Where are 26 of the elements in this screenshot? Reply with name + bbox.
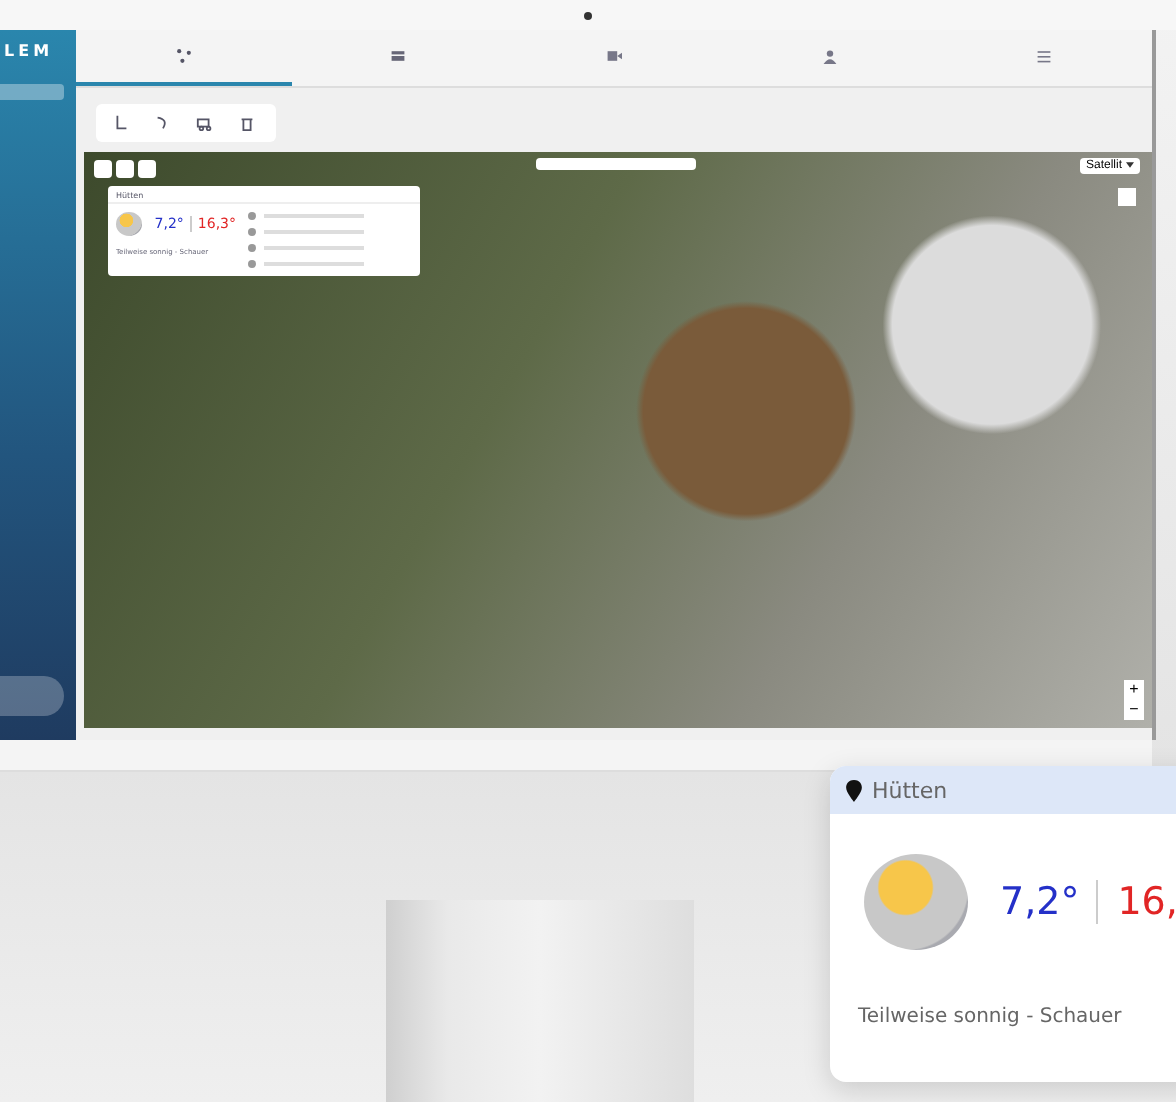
blurred-text-line	[264, 230, 364, 234]
trash-icon	[238, 114, 256, 132]
truck-icon	[196, 114, 214, 132]
sidebar-user-button[interactable]	[0, 676, 64, 716]
camera-icon	[584, 11, 592, 19]
low-temperature: 7,2°	[1000, 880, 1080, 924]
caret-icon	[1126, 161, 1134, 168]
weather-icon	[116, 212, 143, 236]
table-icon	[390, 48, 407, 64]
blurred-text-line	[264, 214, 364, 218]
zoom-out-button[interactable]: −	[1124, 700, 1144, 720]
location-label: Hütten	[872, 777, 948, 803]
map-search-field[interactable]	[536, 158, 696, 170]
weather-condition: Teilweise sonnig - Schauer	[858, 1006, 1124, 1028]
logo-text: LEM	[4, 42, 56, 60]
menu-icon	[1036, 48, 1053, 64]
user-icon	[821, 48, 838, 64]
weather-icon	[864, 854, 968, 950]
location-pin-icon	[846, 779, 862, 801]
high-temperature: 16,	[1095, 880, 1176, 924]
network-icon	[175, 48, 192, 64]
sidebar-search-field[interactable]	[0, 84, 64, 100]
blurred-text-line	[264, 262, 364, 266]
export-icon	[605, 48, 622, 64]
blurred-text-line	[264, 246, 364, 250]
zoom-in-button[interactable]: +	[1124, 680, 1144, 700]
